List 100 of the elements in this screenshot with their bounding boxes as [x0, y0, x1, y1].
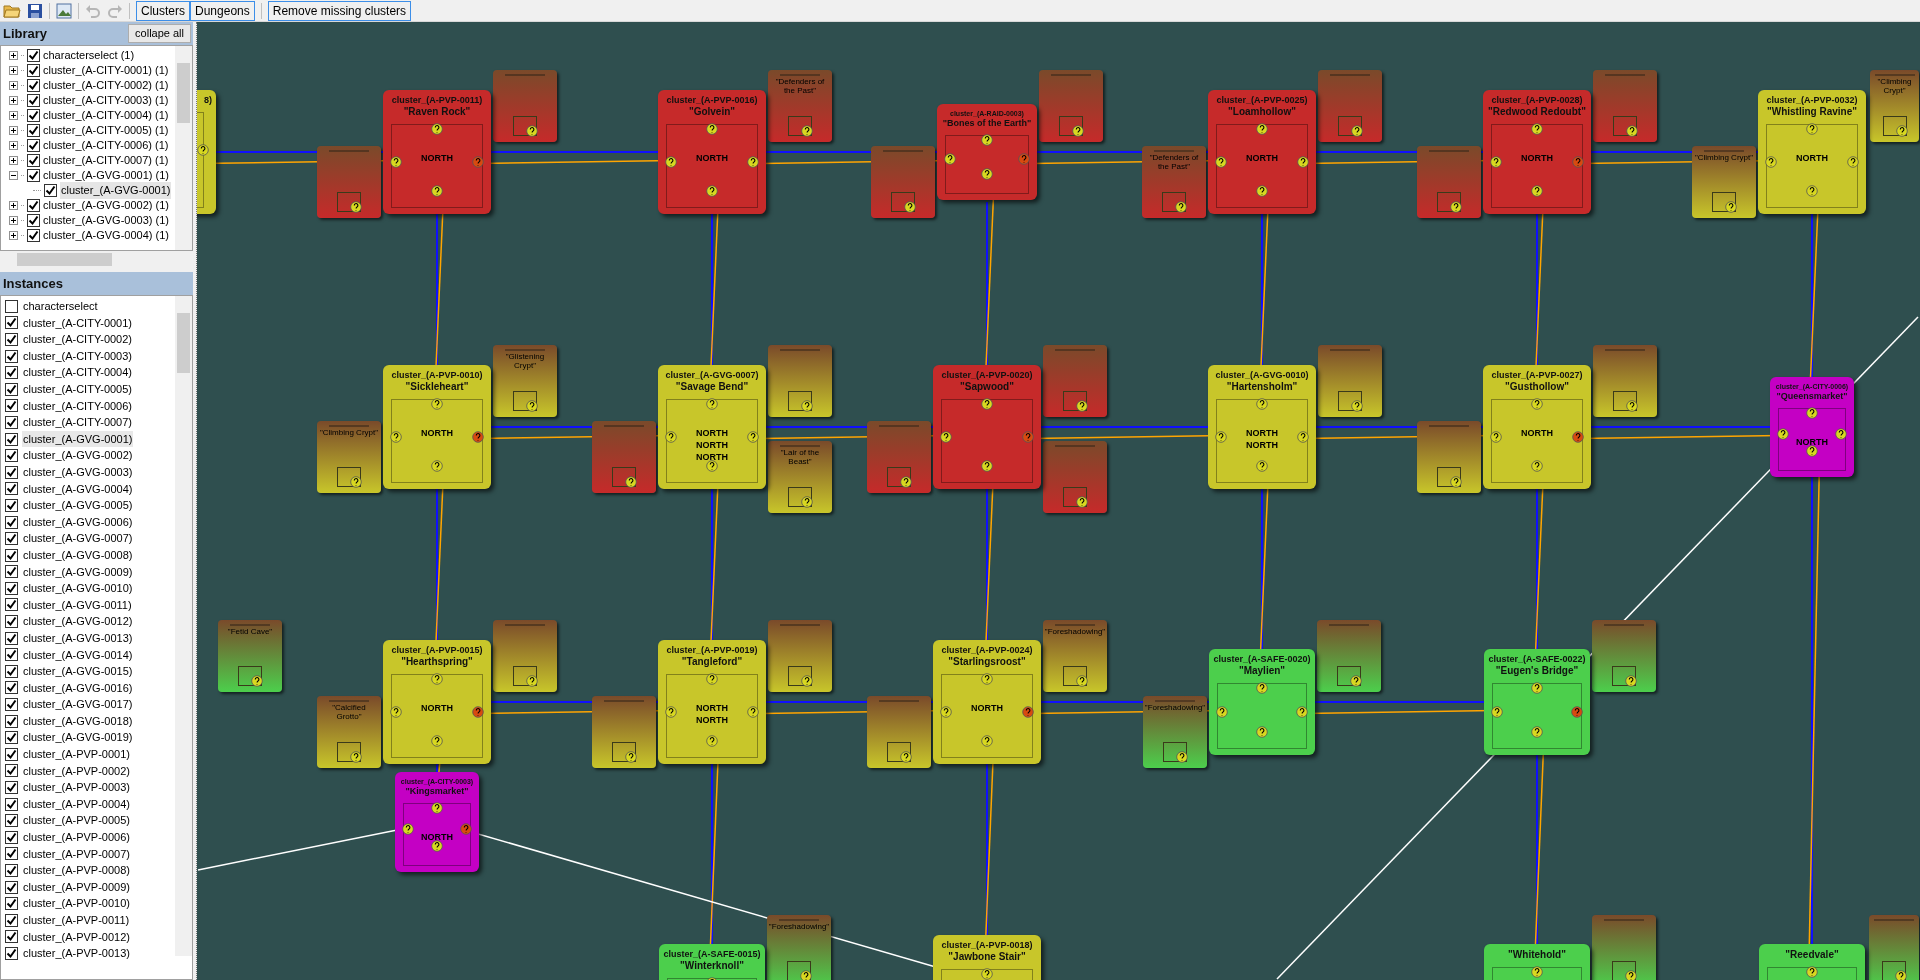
cluster-card[interactable]: cluster_(A-SAFE-0015) "Winterknoll" — [659, 944, 765, 980]
dungeon-card[interactable]: "Lair of the Beast" — [768, 441, 832, 513]
cluster-id: cluster_(A-SAFE-0020) — [1213, 654, 1311, 665]
instance-item[interactable]: cluster_(A-PVP-0001) — [22, 746, 131, 763]
instance-item[interactable]: cluster_(A-PVP-0002) — [22, 762, 131, 780]
cluster-card[interactable]: cluster_(A-PVP-0025) "Loamhollow" NORTH — [1208, 90, 1316, 214]
instance-item[interactable]: cluster_(A-PVP-0011) — [22, 912, 131, 929]
instance-item[interactable]: characterselect — [22, 298, 99, 315]
tree-item[interactable]: characterselect (1) — [1, 48, 175, 63]
instance-item[interactable]: cluster_(A-GVG-0012) — [22, 613, 134, 630]
instance-item[interactable]: cluster_(A-GVG-0009) — [22, 563, 134, 581]
cluster-card[interactable]: cluster_(A-SAFE-0022) "Eugen's Bridge" — [1484, 649, 1590, 755]
instance-item[interactable]: cluster_(A-GVG-0007) — [22, 530, 134, 547]
instance-item[interactable]: cluster_(A-CITY-0003) — [22, 347, 134, 365]
instance-item[interactable]: cluster_(A-GVG-0008) — [22, 546, 134, 564]
tree-item[interactable]: cluster_(A-CITY-0005) (1) — [1, 123, 175, 138]
instance-item[interactable]: cluster_(A-GVG-0002) — [22, 447, 134, 464]
cluster-name: "Hartensholm" — [1226, 381, 1298, 393]
cluster-card[interactable]: cluster_(A-PVP-0011) "Raven Rock" NORTH — [383, 90, 491, 214]
north-label: NORTH — [696, 715, 728, 725]
cluster-card[interactable]: cluster_(A-PVP-0016) "Golvein" NORTH — [658, 90, 766, 214]
cluster-name: "Savage Bend" — [675, 381, 749, 393]
cluster-card[interactable]: cluster_(A-PVP-0019) "Tangleford" NORTH NORTH — [658, 640, 766, 764]
tree-item[interactable]: cluster_(A-CITY-0004) (1) — [1, 108, 175, 123]
instance-item[interactable]: cluster_(A-PVP-0008) — [22, 862, 131, 879]
instance-item[interactable]: cluster_(A-PVP-0004) — [22, 795, 131, 813]
cluster-card[interactable]: cluster_(A-PVP-0024) "Starlingsroost" NORTH — [933, 640, 1041, 764]
collapse-button[interactable]: collape all — [128, 24, 191, 43]
dungeon-card[interactable]: "Foreshadowing" — [1043, 620, 1107, 692]
cluster-card[interactable]: cluster_(A-PVP-0032) "Whistling Ravine" NORTH — [1758, 90, 1866, 214]
north-label: NORTH — [1246, 440, 1278, 450]
instance-item[interactable]: cluster_(A-GVG-0003) — [22, 464, 134, 481]
tree-item[interactable]: cluster_(A-CITY-0002) (1) — [1, 78, 175, 93]
north-label: NORTH — [1796, 153, 1828, 163]
cluster-card[interactable]: "Whitehold" — [1484, 944, 1590, 980]
tree-item[interactable]: cluster_(A-CITY-0007) (1) — [1, 153, 175, 168]
cluster-card[interactable]: cluster_(A-PVP-0018) "Jawbone Stair" — [933, 935, 1041, 980]
instance-item[interactable]: cluster_(A-PVP-0006) — [22, 829, 131, 846]
tree-item[interactable]: cluster_(A-GVG-0004) (1) — [1, 228, 175, 243]
instance-item[interactable]: cluster_(A-CITY-0005) — [22, 381, 134, 398]
cluster-card[interactable]: cluster_(A-GVG-0007) "Savage Bend" NORTH NORTH NORTH — [658, 365, 766, 489]
toolbar-button[interactable]: Dungeons — [190, 0, 255, 21]
instance-item[interactable]: cluster_(A-GVG-0013) — [22, 629, 134, 647]
dungeon-card[interactable]: "Climbing Crypt" — [1692, 146, 1756, 218]
panel-title: Library — [3, 24, 48, 43]
instance-item[interactable]: cluster_(A-GVG-0014) — [22, 646, 134, 663]
toolbar-button[interactable]: Clusters — [136, 0, 190, 21]
cluster-card[interactable]: cluster_(A-PVP-0027) "Gusthollow" NORTH — [1483, 365, 1591, 489]
cluster-card[interactable]: cluster_(A-GVG-0010) "Hartensholm" NORTH NORTH — [1208, 365, 1316, 489]
north-label: NORTH — [696, 440, 728, 450]
tree-item[interactable]: cluster_(A-CITY-0001) (1) — [1, 63, 175, 78]
instance-item[interactable]: cluster_(A-GVG-0001) — [22, 430, 134, 448]
instance-item[interactable]: cluster_(A-GVG-0011) — [22, 596, 133, 614]
dungeon-card[interactable]: "Climbing Crypt" — [1870, 70, 1919, 142]
tree-item[interactable]: cluster_(A-CITY-0003) (1) — [1, 93, 175, 108]
instance-item[interactable]: cluster_(A-GVG-0005) — [22, 497, 134, 514]
cluster-name: "Golvein" — [688, 106, 736, 118]
cluster-card[interactable]: cluster_(A-SAFE-0020) "Maylien" — [1209, 649, 1315, 755]
instance-item[interactable]: cluster_(A-GVG-0016) — [22, 679, 134, 697]
toolbar-button[interactable]: Remove missing clusters — [267, 0, 412, 21]
instance-item[interactable]: cluster_(A-CITY-0006) — [22, 397, 134, 415]
cluster-id: cluster_(A-SAFE-0022) — [1488, 654, 1586, 665]
instance-item[interactable]: cluster_(A-GVG-0015) — [22, 663, 134, 680]
cluster-card[interactable]: cluster_(A-PVP-0010) "Sickleheart" NORTH — [383, 365, 491, 489]
instance-item[interactable]: cluster_(A-PVP-0009) — [22, 878, 131, 896]
instance-item[interactable]: cluster_(A-PVP-0013) — [22, 945, 131, 962]
cluster-card[interactable]: "Reedvale" — [1759, 944, 1865, 980]
instance-item[interactable]: cluster_(A-CITY-0007) — [22, 414, 134, 431]
instance-item[interactable]: cluster_(A-PVP-0012) — [22, 928, 131, 946]
dungeon-card[interactable]: "Calcified Grotto" — [317, 696, 381, 768]
cluster-id: 8) — [204, 95, 212, 106]
cluster-id: cluster_(A-PVP-0020) — [941, 370, 1033, 381]
instance-item[interactable]: cluster_(A-PVP-0005) — [22, 812, 131, 829]
cluster-name: "Jawbone Stair" — [948, 951, 1026, 963]
instance-item[interactable]: cluster_(A-GVG-0019) — [22, 729, 134, 746]
instance-item[interactable]: cluster_(A-GVG-0018) — [22, 712, 134, 730]
dungeon-card[interactable]: "Climbing Crypt" — [317, 421, 381, 493]
instance-item[interactable]: cluster_(A-PVP-0007) — [22, 845, 131, 863]
instance-item[interactable]: cluster_(A-PVP-0010) — [22, 895, 131, 912]
cluster-card[interactable]: cluster_(A-PVP-0028) "Redwood Redoubt" NORTH — [1483, 90, 1591, 214]
dungeon-card[interactable]: "Glistening Crypt" — [493, 345, 557, 417]
instance-item[interactable]: cluster_(A-GVG-0010) — [22, 580, 134, 597]
cluster-name: "Raven Rock" — [403, 106, 471, 118]
tree-item-label: cluster_(A-CITY-0006) (1) — [43, 138, 169, 154]
instance-item[interactable]: cluster_(A-GVG-0004) — [22, 480, 134, 498]
instance-item[interactable]: cluster_(A-CITY-0004) — [22, 364, 134, 381]
cluster-card[interactable]: cluster_(A-PVP-0015) "Hearthspring" NORTH — [383, 640, 491, 764]
cluster-card[interactable]: 8) — [197, 90, 216, 214]
instance-item[interactable]: cluster_(A-CITY-0001) — [22, 314, 134, 332]
tree-item[interactable]: cluster_(A-GVG-0003) (1) — [1, 213, 175, 228]
instance-item[interactable]: cluster_(A-PVP-0003) — [22, 779, 131, 796]
tree-item[interactable]: cluster_(A-GVG-0002) (1) — [1, 198, 175, 213]
instance-item[interactable]: cluster_(A-GVG-0017) — [22, 696, 134, 713]
tree-item[interactable]: cluster_(A-GVG-0001) — [1, 183, 175, 198]
tree-item[interactable]: cluster_(A-GVG-0001) (1) — [1, 168, 175, 183]
cluster-id: cluster_(A-PVP-0032) — [1766, 95, 1858, 106]
instance-item[interactable]: cluster_(A-GVG-0006) — [22, 513, 134, 531]
instance-item[interactable]: cluster_(A-CITY-0002) — [22, 331, 134, 348]
tree-item[interactable]: cluster_(A-CITY-0006) (1) — [1, 138, 175, 153]
tree-item-label: cluster_(A-GVG-0004) (1) — [43, 228, 169, 244]
